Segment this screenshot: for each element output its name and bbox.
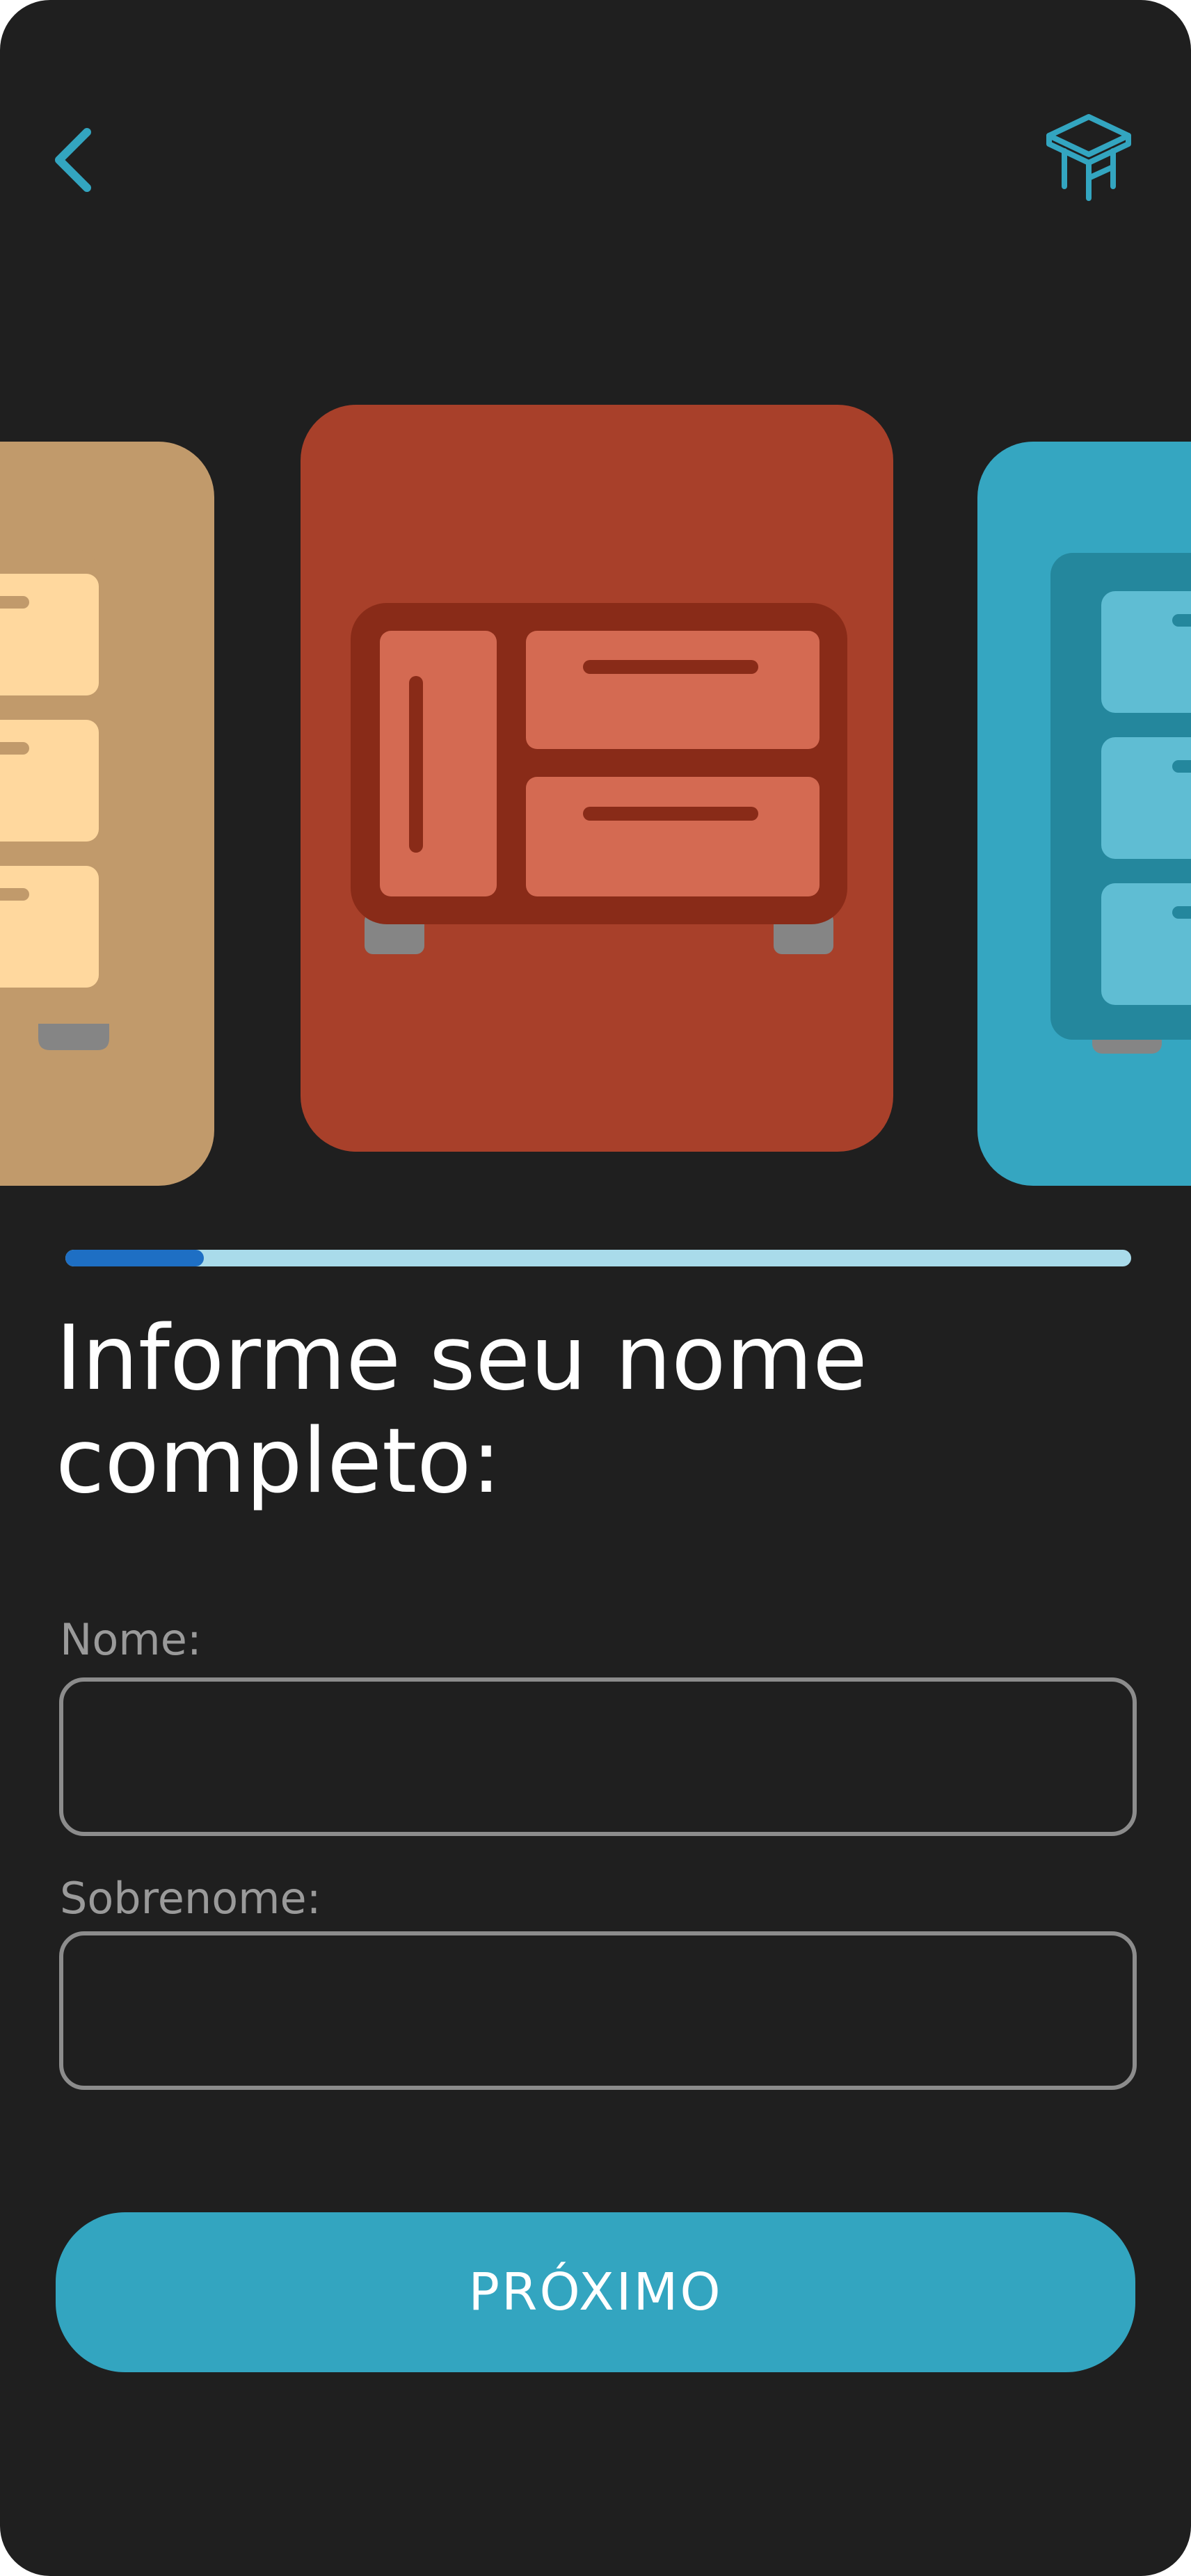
next-button[interactable]: PRÓXIMO [56,2212,1135,2372]
cabinet-icon [1050,553,1191,1054]
first-name-label: Nome: [60,1614,202,1665]
chevron-left-icon [55,128,91,192]
screen: Informe seu nome completo: Nome: Sobreno… [0,0,1191,2576]
furniture-table-icon [1046,114,1131,201]
carousel-card-cabinet[interactable] [977,442,1191,1186]
last-name-input[interactable] [59,1931,1137,2090]
last-name-label: Sobrenome: [60,1873,321,1924]
back-button[interactable] [42,118,104,202]
progress-fill [65,1250,205,1266]
wardrobe-icon [0,549,109,1050]
sideboard-icon [351,603,847,954]
progress-bar [65,1250,1131,1266]
carousel-card-sideboard[interactable] [301,405,893,1152]
app-logo [1037,104,1141,209]
first-name-input[interactable] [59,1677,1137,1836]
page-title: Informe seu nome completo: [56,1307,868,1513]
carousel-card-wardrobe[interactable] [0,442,214,1186]
